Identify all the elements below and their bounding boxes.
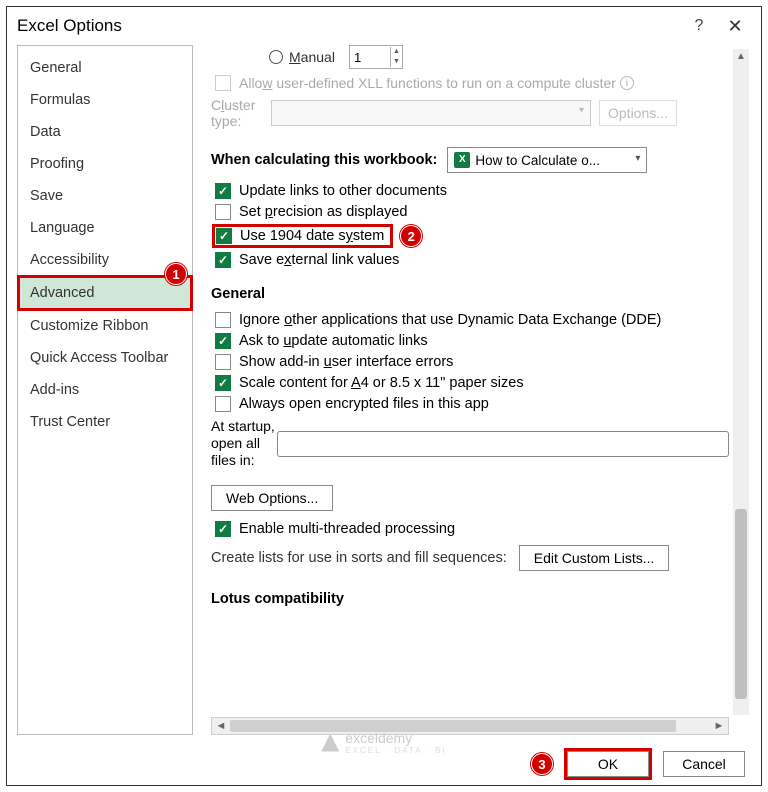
category-sidebar: General Formulas Data Proofing Save Lang…: [17, 45, 193, 735]
update-links-row: Update links to other documents: [215, 183, 729, 199]
dde-checkbox[interactable]: [215, 312, 231, 328]
watermark-logo-icon: [321, 734, 339, 752]
cluster-type-label: Cluster type:: [211, 97, 271, 129]
scroll-right-icon[interactable]: ►: [710, 720, 728, 732]
xll-checkbox: [215, 75, 231, 91]
autolinks-checkbox[interactable]: [215, 333, 231, 349]
scale-label: Scale content for A4 or 8.5 x 11" paper …: [239, 375, 524, 391]
titlebar: Excel Options ? ✕: [7, 7, 761, 45]
excel-file-icon: X: [454, 152, 470, 168]
hscroll-track[interactable]: [230, 718, 710, 734]
hscroll-thumb[interactable]: [230, 720, 676, 732]
precision-checkbox[interactable]: [215, 204, 231, 220]
autolinks-label: Ask to update automatic links: [239, 333, 428, 349]
xll-row: Allow user-defined XLL functions to run …: [215, 75, 729, 91]
callout-2: 2: [400, 225, 422, 247]
startup-row: At startup, open all files in:: [211, 418, 729, 469]
spinner-down-icon[interactable]: ▼: [391, 57, 402, 67]
scale-checkbox[interactable]: [215, 375, 231, 391]
info-icon: i: [620, 76, 634, 90]
xll-label: Allow user-defined XLL functions to run …: [239, 75, 616, 91]
sidebar-item-language[interactable]: Language: [18, 212, 192, 244]
multithread-row: Enable multi-threaded processing: [215, 521, 729, 537]
sidebar-item-customize-ribbon[interactable]: Customize Ribbon: [18, 310, 192, 342]
cancel-button[interactable]: Cancel: [663, 751, 745, 777]
encrypted-label: Always open encrypted files in this app: [239, 396, 489, 412]
sidebar-item-proofing[interactable]: Proofing: [18, 148, 192, 180]
workbook-dropdown[interactable]: X How to Calculate o...: [447, 147, 647, 173]
help-icon[interactable]: ?: [687, 17, 711, 35]
startup-path-input[interactable]: [277, 431, 729, 457]
ok-button[interactable]: OK: [567, 751, 649, 777]
lotus-section-heading: Lotus compatibility: [211, 591, 729, 607]
multithread-label: Enable multi-threaded processing: [239, 521, 455, 537]
cluster-row: Cluster type: Options...: [211, 97, 729, 129]
spinner-up-icon[interactable]: ▲: [391, 47, 402, 57]
dialog-title: Excel Options: [17, 16, 687, 36]
cluster-type-dropdown: [271, 100, 591, 126]
manual-label: Manual: [289, 49, 335, 65]
dialog-footer: 3 OK Cancel: [531, 751, 745, 777]
sidebar-item-save[interactable]: Save: [18, 180, 192, 212]
manual-calc-row: Manual ▲▼: [269, 45, 729, 69]
content-area: General Formulas Data Proofing Save Lang…: [17, 45, 751, 735]
addin-errors-checkbox[interactable]: [215, 354, 231, 370]
multithread-checkbox[interactable]: [215, 521, 231, 537]
main-pane: Manual ▲▼ Allow user-defined XLL functio…: [193, 45, 751, 735]
date1904-highlight: Use 1904 date system: [215, 227, 390, 245]
startup-label: At startup, open all files in:: [211, 418, 277, 469]
precision-row: Set precision as displayed: [215, 204, 729, 220]
horizontal-scrollbar[interactable]: ◄ ►: [211, 717, 729, 735]
sidebar-item-general[interactable]: General: [18, 52, 192, 84]
encrypted-row: Always open encrypted files in this app: [215, 396, 729, 412]
external-links-checkbox[interactable]: [215, 252, 231, 268]
spinner-buttons[interactable]: ▲▼: [390, 47, 402, 67]
general-section-heading: General: [211, 286, 729, 302]
dde-row: Ignore other applications that use Dynam…: [215, 312, 729, 328]
addin-errors-row: Show add-in user interface errors: [215, 354, 729, 370]
autolinks-row: Ask to update automatic links: [215, 333, 729, 349]
sidebar-item-quick-access-toolbar[interactable]: Quick Access Toolbar: [18, 342, 192, 374]
workbook-heading-text: When calculating this workbook:: [211, 152, 437, 168]
date1904-row: Use 1904 date system 2: [215, 225, 729, 247]
vertical-scrollbar[interactable]: ▲: [733, 49, 749, 715]
workbook-dropdown-value: How to Calculate o...: [475, 153, 600, 168]
sidebar-item-formulas[interactable]: Formulas: [18, 84, 192, 116]
precision-label: Set precision as displayed: [239, 204, 407, 220]
excel-options-dialog: Excel Options ? ✕ General Formulas Data …: [6, 6, 762, 786]
callout-1: 1: [165, 263, 187, 285]
callout-3: 3: [531, 753, 553, 775]
manual-value-input[interactable]: [350, 46, 390, 68]
external-links-row: Save external link values: [215, 252, 729, 268]
edit-custom-lists-button[interactable]: Edit Custom Lists...: [519, 545, 670, 571]
manual-spinner[interactable]: ▲▼: [349, 45, 403, 69]
scrollable-pane: Manual ▲▼ Allow user-defined XLL functio…: [211, 45, 729, 715]
dde-label: Ignore other applications that use Dynam…: [239, 312, 661, 328]
workbook-section-heading: When calculating this workbook: X How to…: [211, 147, 729, 173]
vscroll-thumb[interactable]: [735, 509, 747, 699]
update-links-checkbox[interactable]: [215, 183, 231, 199]
close-icon[interactable]: ✕: [719, 16, 751, 37]
custom-lists-row: Create lists for use in sorts and fill s…: [211, 545, 729, 571]
sidebar-item-addins[interactable]: Add-ins: [18, 374, 192, 406]
addin-errors-label: Show add-in user interface errors: [239, 354, 453, 370]
encrypted-checkbox[interactable]: [215, 396, 231, 412]
cluster-options-button: Options...: [599, 100, 677, 126]
scroll-up-icon[interactable]: ▲: [733, 51, 749, 62]
update-links-label: Update links to other documents: [239, 183, 447, 199]
sidebar-item-trust-center[interactable]: Trust Center: [18, 406, 192, 438]
external-links-label: Save external link values: [239, 252, 399, 268]
manual-radio[interactable]: [269, 50, 283, 64]
date1904-checkbox[interactable]: [216, 228, 232, 244]
scale-row: Scale content for A4 or 8.5 x 11" paper …: [215, 375, 729, 391]
sidebar-item-data[interactable]: Data: [18, 116, 192, 148]
watermark-tag: EXCEL · DATA · BI: [345, 746, 446, 755]
sidebar-item-advanced[interactable]: Advanced: [18, 276, 192, 310]
web-options-row: Web Options...: [211, 485, 729, 511]
date1904-label: Use 1904 date system: [240, 228, 384, 244]
scroll-left-icon[interactable]: ◄: [212, 720, 230, 732]
custom-lists-label: Create lists for use in sorts and fill s…: [211, 550, 507, 566]
web-options-button[interactable]: Web Options...: [211, 485, 333, 511]
